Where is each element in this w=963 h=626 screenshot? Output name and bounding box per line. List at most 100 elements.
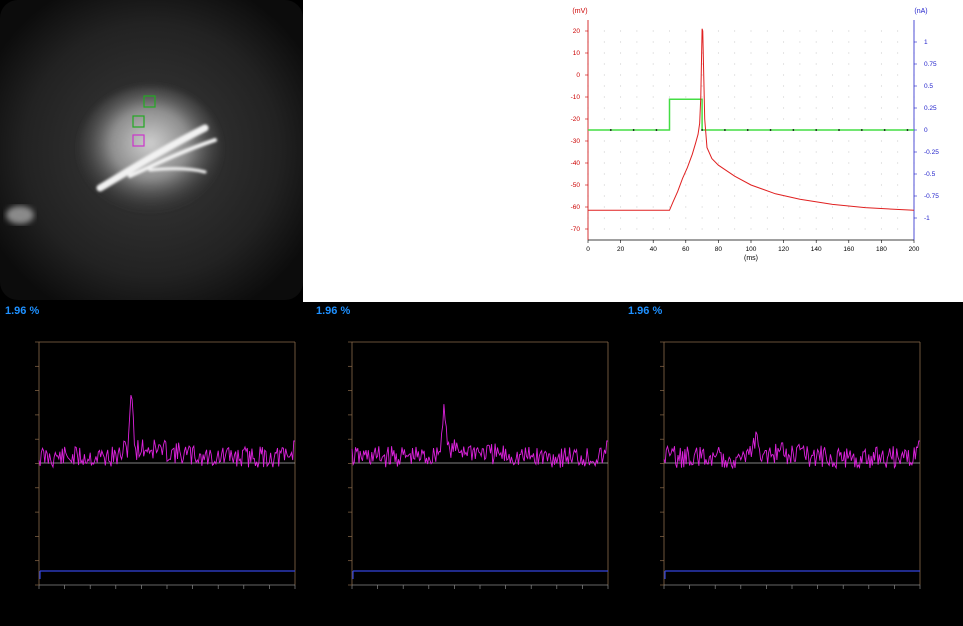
- grid-dot: [717, 217, 719, 219]
- grid-dot: [685, 217, 687, 219]
- grid-dot: [603, 184, 605, 186]
- right-axis-label: (nA): [914, 8, 927, 15]
- grid-dot: [880, 85, 882, 87]
- grid-dot: [685, 52, 687, 54]
- grid-dot: [701, 228, 703, 230]
- grid-dot: [832, 140, 833, 142]
- grid-dot: [717, 140, 719, 142]
- marker-dot: [838, 129, 840, 131]
- grid-dot: [815, 151, 817, 153]
- grid-dot: [636, 41, 638, 43]
- grid-dot: [799, 107, 801, 109]
- grid-dot: [620, 96, 622, 98]
- grid-dot: [880, 217, 882, 219]
- grid-dot: [717, 118, 719, 120]
- grid-dot: [766, 52, 768, 54]
- marker-dot: [746, 129, 749, 131]
- grid-dot: [734, 85, 736, 87]
- grid-dot: [636, 107, 638, 109]
- x-tick-label: 140: [811, 246, 822, 253]
- grid-dot: [620, 195, 622, 197]
- grid-dot: [766, 151, 768, 153]
- marker-dot: [724, 129, 726, 131]
- grid-dot: [799, 63, 801, 65]
- grid-dot: [848, 74, 850, 76]
- x-tick-label: 0: [586, 246, 590, 253]
- grid-dot: [848, 228, 850, 230]
- grid-dot: [832, 74, 833, 76]
- x-tick-label: 60: [682, 246, 690, 253]
- grid-dot: [669, 151, 670, 153]
- grid-dot: [864, 173, 866, 175]
- grid-dot: [750, 85, 752, 87]
- grid-dot: [766, 41, 768, 43]
- grid-dot: [701, 195, 703, 197]
- grid-dot: [717, 30, 719, 32]
- grid-dot: [636, 74, 638, 76]
- grid-dot: [750, 206, 752, 208]
- grid-dot: [799, 173, 801, 175]
- grid-dot: [636, 52, 638, 54]
- optical-trace-panel: [35, 341, 296, 589]
- grid-dot: [750, 96, 752, 98]
- grid-dot: [766, 74, 768, 76]
- y-right-tick-label: -1: [924, 215, 930, 222]
- y-right-tick-label: -0.5: [924, 171, 936, 178]
- grid-dot: [864, 63, 866, 65]
- grid-dot: [717, 107, 719, 109]
- y-left-tick-label: 10: [573, 50, 581, 57]
- grid-dot: [717, 173, 719, 175]
- grid-dot: [685, 173, 687, 175]
- grid-dot: [815, 206, 817, 208]
- grid-dot: [652, 52, 654, 54]
- y-right-tick-label: -0.25: [924, 149, 939, 156]
- optical-trace-panel: [348, 341, 609, 589]
- grid-dot: [717, 206, 719, 208]
- grid-dot: [734, 162, 736, 164]
- y-left-tick-label: -50: [571, 182, 581, 189]
- grid-dot: [897, 173, 899, 175]
- grid-dot: [897, 30, 899, 32]
- grid-dot: [685, 184, 687, 186]
- grid-dot: [750, 107, 752, 109]
- grid-dot: [669, 228, 670, 230]
- grid-dot: [603, 206, 605, 208]
- grid-dot: [832, 184, 833, 186]
- grid-dot: [669, 74, 670, 76]
- y-left-tick-label: -30: [571, 138, 581, 145]
- grid-dot: [783, 52, 785, 54]
- grid-dot: [701, 162, 703, 164]
- grid-dot: [799, 184, 801, 186]
- grid-dot: [766, 195, 768, 197]
- grid-dot: [783, 173, 785, 175]
- grid-dot: [734, 52, 736, 54]
- grid-dot: [848, 63, 850, 65]
- grid-dot: [832, 206, 833, 208]
- marker-dot: [655, 129, 658, 131]
- optical-trace: [663, 431, 920, 470]
- grid-dot: [652, 140, 654, 142]
- grid-dot: [897, 151, 899, 153]
- grid-dot: [864, 96, 866, 98]
- current-trace: [588, 98, 914, 131]
- grid-dot: [717, 184, 719, 186]
- grid-dot: [685, 206, 687, 208]
- grid-dot: [717, 52, 719, 54]
- grid-dot: [832, 195, 833, 197]
- grid-dot: [701, 85, 703, 87]
- grid-dot: [636, 162, 638, 164]
- grid-dot: [636, 206, 638, 208]
- grid-dot: [750, 140, 752, 142]
- grid-dot: [669, 162, 670, 164]
- grid-dot: [603, 63, 605, 65]
- grid-dot: [783, 85, 785, 87]
- grid-dot: [783, 74, 785, 76]
- marker-dot: [792, 129, 795, 131]
- grid-dot: [717, 85, 719, 87]
- grid-dot: [603, 217, 605, 219]
- grid-dot: [766, 184, 768, 186]
- grid-dot: [815, 96, 817, 98]
- grid-dot: [766, 228, 768, 230]
- grid-dot: [880, 162, 882, 164]
- left-axis-label: (mV): [572, 8, 587, 15]
